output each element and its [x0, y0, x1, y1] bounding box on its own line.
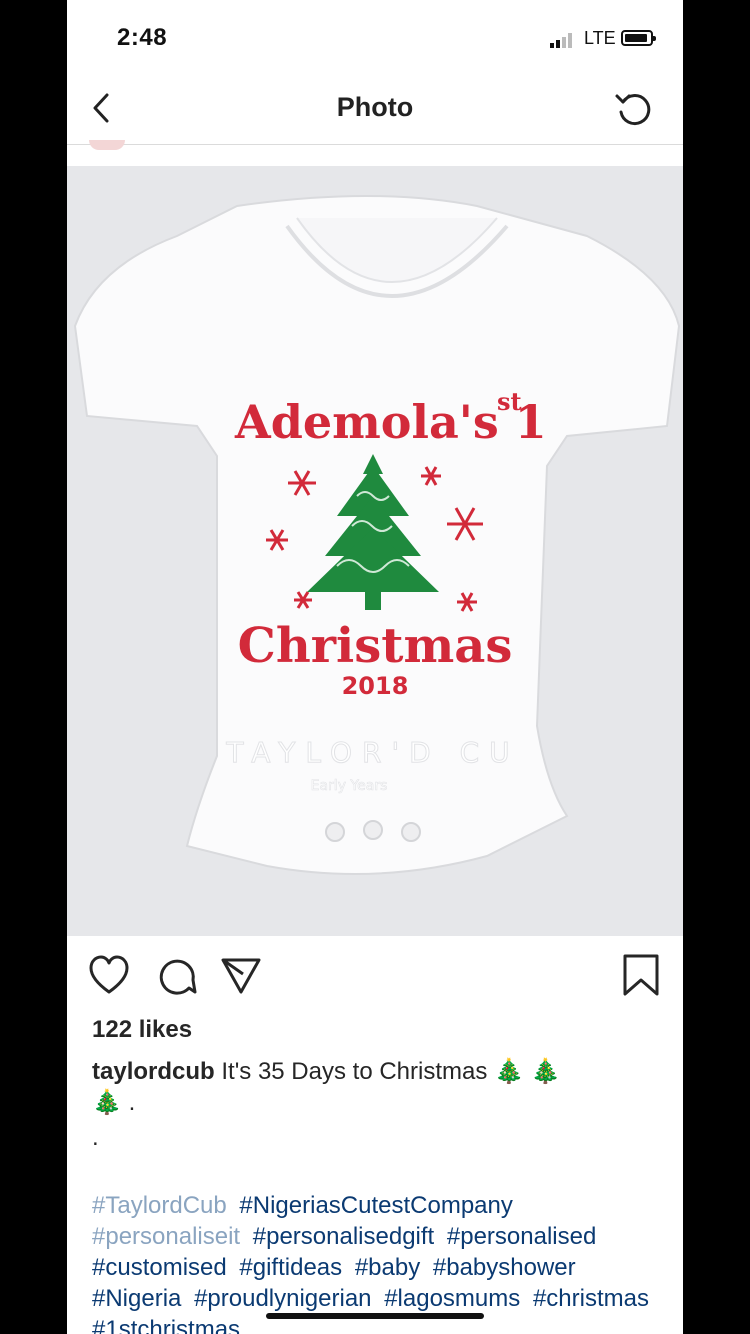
screen: 2:48 LTE Photo Ademola's 1 st Christmas … — [67, 0, 683, 1334]
share-icon[interactable] — [219, 952, 263, 1000]
carrier-label: LTE — [584, 28, 616, 48]
hashtag-link[interactable]: #1stchristmas — [92, 1316, 240, 1334]
hashtag-link[interactable]: #personalised — [447, 1223, 596, 1250]
print-line2: Christmas — [238, 618, 513, 674]
refresh-icon[interactable] — [613, 88, 655, 130]
print-sup: st — [497, 387, 522, 416]
watermark: TAYLOR'D CU — [225, 736, 519, 769]
hashtag-link[interactable]: #TaylordCub — [92, 1192, 227, 1219]
print-year: 2018 — [342, 672, 409, 700]
page-title: Photo — [336, 92, 414, 122]
battery-icon — [621, 30, 656, 46]
post-photo[interactable]: Ademola's 1 st Christmas 2018 TAYLOR'D C… — [67, 166, 683, 936]
hashtag-link[interactable]: #personaliseit — [92, 1223, 240, 1250]
signal-icon — [550, 33, 572, 48]
caption-dot: . — [92, 1124, 99, 1151]
hashtag-link[interactable]: #personalisedgift — [253, 1223, 434, 1250]
post-caption: taylordcub It's 35 Days to Christmas 🎄 🎄… — [92, 1056, 662, 1118]
tree-emoji: 🎄 — [530, 1058, 561, 1085]
hashtag-link[interactable]: #baby — [355, 1254, 420, 1281]
status-bar: 2:48 LTE — [67, 0, 683, 76]
hashtag-link[interactable]: #lagosmums — [384, 1285, 520, 1312]
hashtag-link[interactable]: #christmas — [533, 1285, 649, 1312]
heart-icon[interactable] — [87, 952, 131, 1000]
hashtag-link[interactable]: #Nigeria — [92, 1285, 181, 1312]
caption-dot: . — [128, 1089, 136, 1116]
likes-count[interactable]: 122 likes — [92, 1016, 192, 1044]
nav-bar: Photo — [67, 76, 683, 145]
watermark-sub: Early Years — [311, 778, 388, 794]
avatar[interactable] — [89, 140, 125, 150]
hashtag-link[interactable]: #babyshower — [433, 1254, 576, 1281]
caption-text: It's 35 Days to Christmas — [221, 1058, 488, 1085]
bookmark-icon[interactable] — [619, 952, 663, 1000]
comment-icon[interactable] — [155, 952, 199, 1000]
hashtag-link[interactable]: #customised — [92, 1254, 227, 1281]
home-indicator[interactable] — [266, 1313, 484, 1319]
hashtag-link[interactable]: #proudlynigerian — [194, 1285, 371, 1312]
status-time: 2:48 — [117, 24, 168, 51]
hashtag-link[interactable]: #NigeriasCutestCompany — [239, 1192, 512, 1219]
caption-username[interactable]: taylordcub — [92, 1058, 215, 1085]
tree-emoji: 🎄 — [494, 1058, 524, 1085]
tree-emoji: 🎄 — [92, 1089, 122, 1116]
action-bar — [67, 952, 683, 1002]
hashtag-link[interactable]: #giftideas — [239, 1254, 342, 1281]
